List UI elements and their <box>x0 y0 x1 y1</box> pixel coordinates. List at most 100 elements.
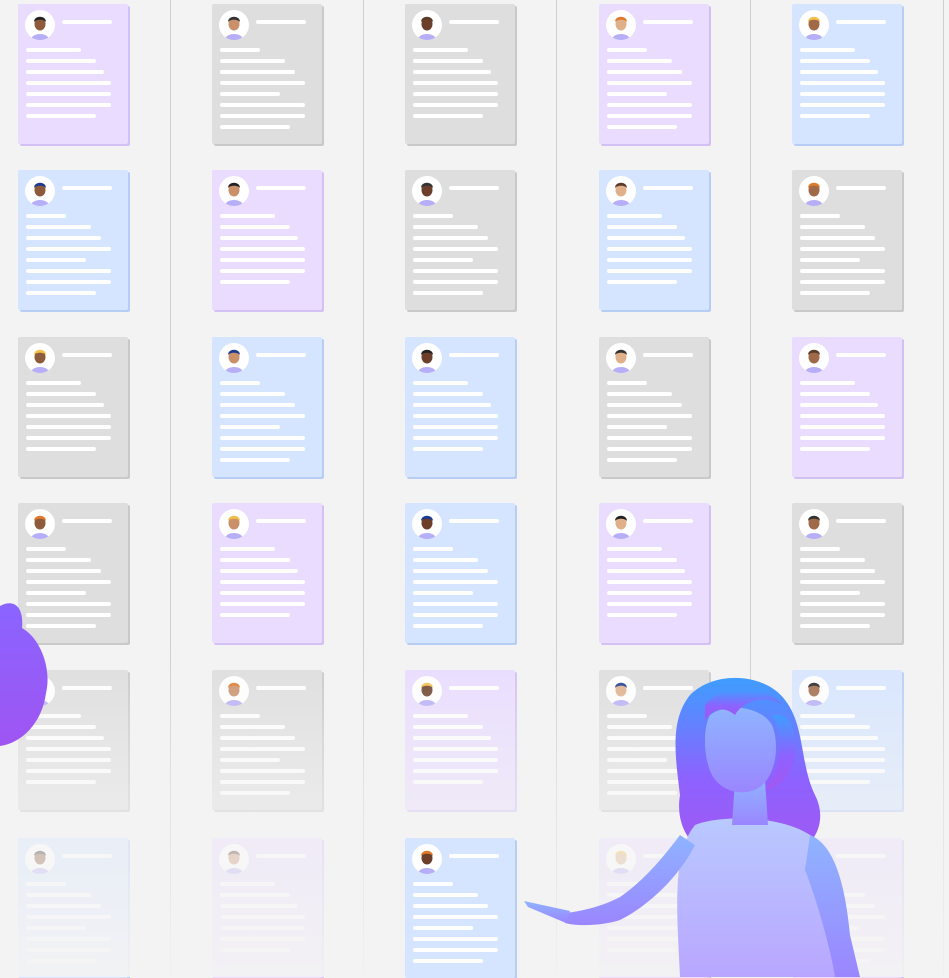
profile-card[interactable] <box>18 670 128 810</box>
card-text-line <box>220 904 298 908</box>
card-text-line <box>607 580 692 584</box>
person-short-hair-icon <box>25 676 55 706</box>
person-long-hair-icon <box>25 509 55 539</box>
card-text-line <box>26 915 111 919</box>
card-text-line <box>607 915 692 919</box>
profile-card[interactable] <box>599 670 709 810</box>
profile-card[interactable] <box>599 838 709 978</box>
card-text-line <box>800 291 870 295</box>
profile-card[interactable] <box>405 4 515 144</box>
card-title-line <box>643 686 693 690</box>
card-text-line <box>413 81 498 85</box>
profile-card[interactable] <box>405 170 515 310</box>
card-text-line <box>26 714 81 718</box>
person-short-hair-icon <box>606 844 636 874</box>
card-text-line <box>800 591 860 595</box>
card-text-line <box>26 414 111 418</box>
card-text-line <box>800 569 875 573</box>
profile-card[interactable] <box>18 337 128 477</box>
card-text-line <box>607 893 677 897</box>
profile-card[interactable] <box>599 503 709 643</box>
profile-card[interactable] <box>792 838 902 978</box>
card-text-line <box>607 747 692 751</box>
card-text-line <box>607 591 692 595</box>
profile-card[interactable] <box>599 337 709 477</box>
card-text-line <box>607 70 682 74</box>
card-text-line <box>607 269 692 273</box>
card-text-line <box>26 580 111 584</box>
card-text-line <box>220 414 305 418</box>
profile-card[interactable] <box>792 503 902 643</box>
card-text-line <box>607 447 692 451</box>
profile-card[interactable] <box>792 337 902 477</box>
profile-card[interactable] <box>405 337 515 477</box>
card-text-line <box>26 280 111 284</box>
profile-card[interactable] <box>792 4 902 144</box>
card-text-line <box>607 247 692 251</box>
card-text-line <box>220 780 305 784</box>
card-title-line <box>836 20 886 24</box>
card-text-line <box>413 558 478 562</box>
card-text-line <box>220 436 305 440</box>
card-title-line <box>449 20 499 24</box>
card-text-line <box>220 580 305 584</box>
card-text-line <box>413 948 498 952</box>
card-text-line <box>220 392 285 396</box>
card-title-line <box>256 20 306 24</box>
profile-card[interactable] <box>18 838 128 978</box>
card-text-line <box>26 291 96 295</box>
profile-card[interactable] <box>599 170 709 310</box>
card-text-line <box>800 758 885 762</box>
card-title-line <box>62 186 112 190</box>
profile-card[interactable] <box>212 4 322 144</box>
card-text-line <box>26 558 91 562</box>
person-turban-icon <box>606 509 636 539</box>
card-text-line <box>800 714 855 718</box>
card-text-line <box>26 937 111 941</box>
person-long-hair-icon <box>799 10 829 40</box>
profile-card[interactable] <box>405 503 515 643</box>
card-text-line <box>26 725 96 729</box>
profile-card[interactable] <box>405 670 515 810</box>
card-text-line <box>220 602 305 606</box>
card-text-line <box>607 225 677 229</box>
card-text-line <box>220 736 295 740</box>
person-light-hair-icon <box>25 10 55 40</box>
profile-card[interactable] <box>212 503 322 643</box>
profile-card[interactable] <box>212 838 322 978</box>
profile-card[interactable] <box>18 170 128 310</box>
card-text-line <box>26 547 66 551</box>
profile-card[interactable] <box>792 170 902 310</box>
column-divider <box>556 0 557 977</box>
profile-card[interactable] <box>18 503 128 643</box>
profile-card[interactable] <box>212 670 322 810</box>
card-text-line <box>26 893 91 897</box>
card-text-line <box>800 769 885 773</box>
profile-card[interactable] <box>212 337 322 477</box>
profile-card[interactable] <box>599 4 709 144</box>
card-text-line <box>607 114 692 118</box>
card-text-line <box>800 882 840 886</box>
card-text-line <box>220 714 260 718</box>
card-title-line <box>449 353 499 357</box>
profile-card[interactable] <box>405 838 515 978</box>
profile-card[interactable] <box>792 670 902 810</box>
card-text-line <box>800 425 885 429</box>
card-text-line <box>413 247 498 251</box>
card-text-line <box>413 225 478 229</box>
card-text-line <box>607 736 682 740</box>
profile-card[interactable] <box>18 4 128 144</box>
card-text-line <box>26 92 111 96</box>
card-text-line <box>26 247 111 251</box>
card-text-line <box>800 602 885 606</box>
profile-card[interactable] <box>212 170 322 310</box>
card-text-line <box>413 258 473 262</box>
card-title-line <box>643 20 693 24</box>
person-long-hair-icon <box>219 10 249 40</box>
card-text-line <box>413 114 483 118</box>
card-text-line <box>800 92 885 96</box>
card-text-line <box>220 882 275 886</box>
card-text-line <box>220 92 280 96</box>
card-text-line <box>220 769 305 773</box>
card-text-line <box>26 103 111 107</box>
